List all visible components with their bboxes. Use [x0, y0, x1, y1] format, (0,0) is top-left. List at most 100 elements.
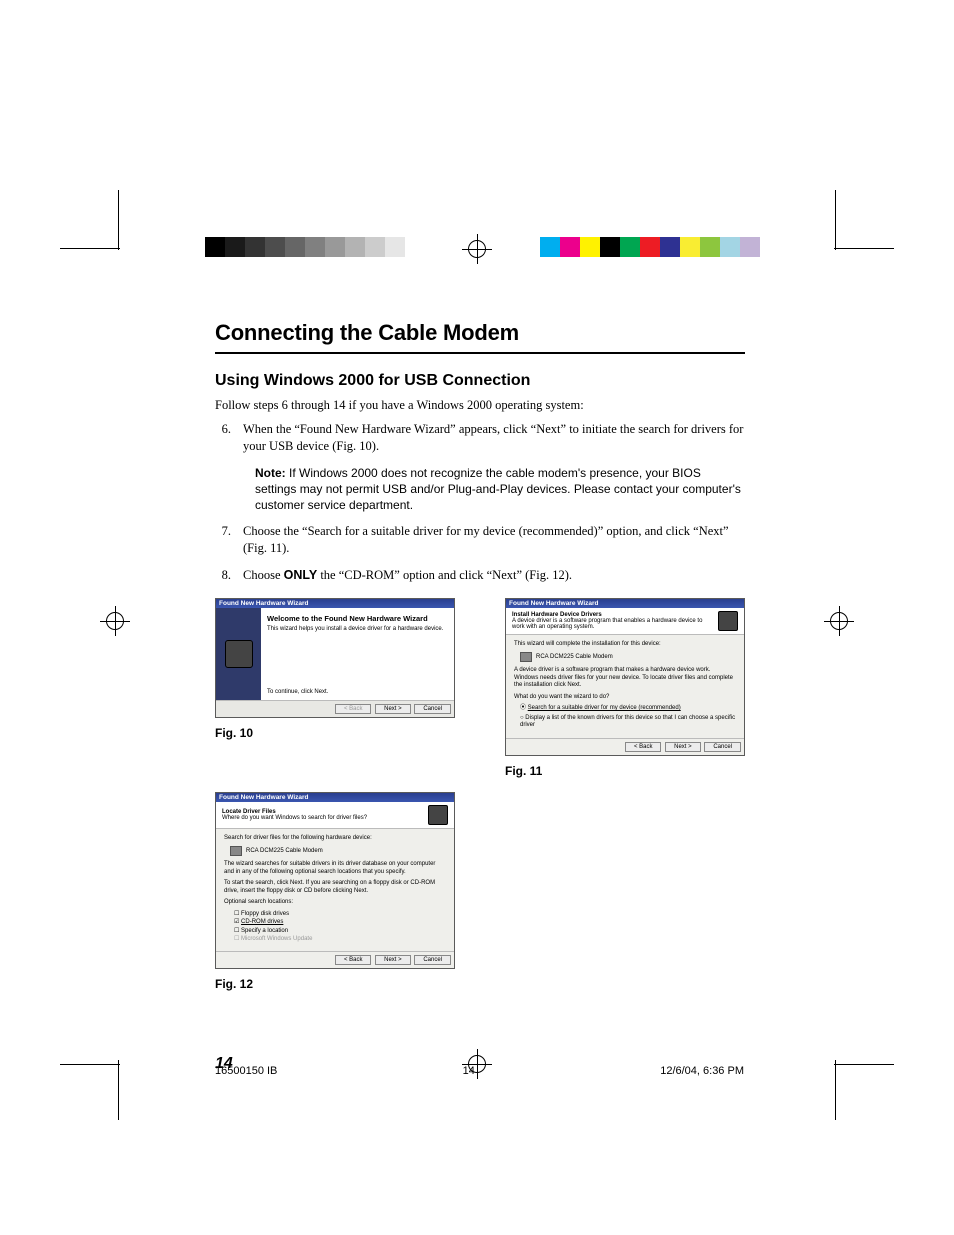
wizard-dialog-fig11: Found New Hardware Wizard Install Hardwa…: [505, 598, 745, 756]
color-swatch: [620, 237, 640, 257]
section-title: Using Windows 2000 for USB Connection: [215, 372, 745, 390]
wizard-text: To continue, click Next.: [267, 689, 328, 696]
color-swatch: [405, 237, 425, 257]
steps-list-2: 7. Choose the “Search for a suitable dri…: [215, 523, 745, 584]
step-text-bold: ONLY: [284, 568, 318, 582]
radio-search-driver[interactable]: ⦿ Search for a suitable driver for my de…: [520, 705, 736, 713]
device-icon: [520, 652, 532, 662]
steps-list: 6. When the “Found New Hardware Wizard” …: [215, 421, 745, 455]
wizard-dialog-fig12: Found New Hardware Wizard Locate Driver …: [215, 792, 455, 969]
device-name: RCA DCM225 Cable Modem: [536, 654, 613, 662]
step-text: Choose: [243, 568, 284, 582]
color-swatch: [225, 237, 245, 257]
step-body: Choose ONLY the “CD-ROM” option and clic…: [243, 567, 745, 584]
hardware-icon: [225, 640, 253, 668]
color-swatch: [285, 237, 305, 257]
color-swatch: [345, 237, 365, 257]
figure-10: Found New Hardware Wizard Welcome to the…: [215, 598, 455, 778]
crop-mark: [835, 1060, 836, 1120]
footer-slug: 16500150 IB 14 12/6/04, 6:36 PM: [215, 1065, 744, 1077]
wizard-text: This wizard will complete the installati…: [514, 641, 736, 649]
process-color-bar: [540, 237, 760, 257]
color-swatch: [740, 237, 760, 257]
step-body: When the “Found New Hardware Wizard” app…: [243, 421, 745, 455]
step-number: 6.: [215, 421, 243, 455]
color-swatch: [325, 237, 345, 257]
hardware-icon: [718, 611, 738, 631]
checkbox-specify[interactable]: ☐ Specify a location: [234, 928, 446, 936]
page-title: Connecting the Cable Modem: [215, 320, 745, 354]
color-swatch: [660, 237, 680, 257]
figure-12: Found New Hardware Wizard Locate Driver …: [215, 792, 455, 991]
step-text: the “CD-ROM” option and click “Next” (Fi…: [317, 568, 572, 582]
registration-mark-icon: [824, 606, 854, 636]
wizard-subheading: A device driver is a software program th…: [512, 618, 712, 630]
wizard-text: Optional search locations:: [224, 899, 446, 907]
color-swatch: [365, 237, 385, 257]
color-swatch: [700, 237, 720, 257]
radio-list-drivers[interactable]: ○ Display a list of the known drivers fo…: [520, 715, 736, 730]
wizard-heading: Welcome to the Found New Hardware Wizard: [267, 614, 448, 623]
color-swatch: [385, 237, 405, 257]
figure-caption: Fig. 10: [215, 726, 455, 740]
wizard-text: This wizard helps you install a device d…: [267, 626, 448, 633]
wizard-button-bar: < Back Next > Cancel: [216, 951, 454, 968]
back-button[interactable]: < Back: [625, 742, 662, 752]
wizard-dialog-fig10: Found New Hardware Wizard Welcome to the…: [215, 598, 455, 718]
wizard-text: The wizard searches for suitable drivers…: [224, 861, 446, 876]
figure-caption: Fig. 12: [215, 977, 455, 991]
note-body: If Windows 2000 does not recognize the c…: [255, 466, 741, 512]
device-name: RCA DCM225 Cable Modem: [246, 848, 323, 856]
checkbox-label: Floppy disk drives: [241, 911, 289, 917]
crop-mark: [60, 1064, 120, 1065]
note-label: Note:: [255, 466, 286, 480]
step-body: Choose the “Search for a suitable driver…: [243, 523, 745, 557]
wizard-titlebar: Found New Hardware Wizard: [216, 599, 454, 608]
color-swatch: [640, 237, 660, 257]
wizard-text: Search for driver files for the followin…: [224, 835, 446, 843]
crop-mark: [834, 1064, 894, 1065]
wizard-subheading: Where do you want Windows to search for …: [222, 815, 367, 821]
checkbox-windows-update[interactable]: ☐ Microsoft Windows Update: [234, 936, 446, 944]
radio-label: Search for a suitable driver for my devi…: [528, 705, 681, 711]
figure-caption: Fig. 11: [505, 764, 745, 778]
checkbox-cdrom[interactable]: ☑ CD-ROM drives: [234, 919, 446, 927]
next-button[interactable]: Next >: [375, 955, 411, 965]
checkbox-label: Microsoft Windows Update: [241, 936, 312, 942]
checkbox-label: Specify a location: [241, 928, 288, 934]
checkbox-label: CD-ROM drives: [241, 919, 283, 925]
footer-doc-id: 16500150 IB: [215, 1065, 277, 1077]
footer-page: 14: [463, 1065, 475, 1077]
wizard-text: What do you want the wizard to do?: [514, 694, 736, 702]
registration-mark-icon: [100, 606, 130, 636]
figure-row-2: Found New Hardware Wizard Locate Driver …: [215, 792, 745, 991]
cancel-button[interactable]: Cancel: [414, 704, 451, 714]
wizard-button-bar: < Back Next > Cancel: [216, 700, 454, 717]
figure-11: Found New Hardware Wizard Install Hardwa…: [505, 598, 745, 778]
color-swatch: [720, 237, 740, 257]
checkbox-floppy[interactable]: ☐ Floppy disk drives: [234, 911, 446, 919]
device-row: RCA DCM225 Cable Modem: [230, 846, 446, 856]
back-button[interactable]: < Back: [335, 704, 372, 714]
cancel-button[interactable]: Cancel: [414, 955, 451, 965]
color-swatch: [265, 237, 285, 257]
step-number: 7.: [215, 523, 243, 557]
device-icon: [230, 846, 242, 856]
cancel-button[interactable]: Cancel: [704, 742, 741, 752]
crop-mark: [118, 1060, 119, 1120]
wizard-text: A device driver is a software program th…: [514, 667, 736, 690]
step-6: 6. When the “Found New Hardware Wizard” …: [215, 421, 745, 455]
color-swatch: [540, 237, 560, 257]
crop-mark: [835, 190, 836, 250]
color-swatch: [680, 237, 700, 257]
next-button[interactable]: Next >: [665, 742, 701, 752]
color-swatch: [560, 237, 580, 257]
intro-text: Follow steps 6 through 14 if you have a …: [215, 398, 745, 413]
wizard-side-panel: [216, 608, 261, 700]
crop-mark: [834, 248, 894, 249]
next-button[interactable]: Next >: [375, 704, 411, 714]
back-button[interactable]: < Back: [335, 955, 372, 965]
crop-mark: [60, 248, 120, 249]
step-8: 8. Choose ONLY the “CD-ROM” option and c…: [215, 567, 745, 584]
step-number: 8.: [215, 567, 243, 584]
